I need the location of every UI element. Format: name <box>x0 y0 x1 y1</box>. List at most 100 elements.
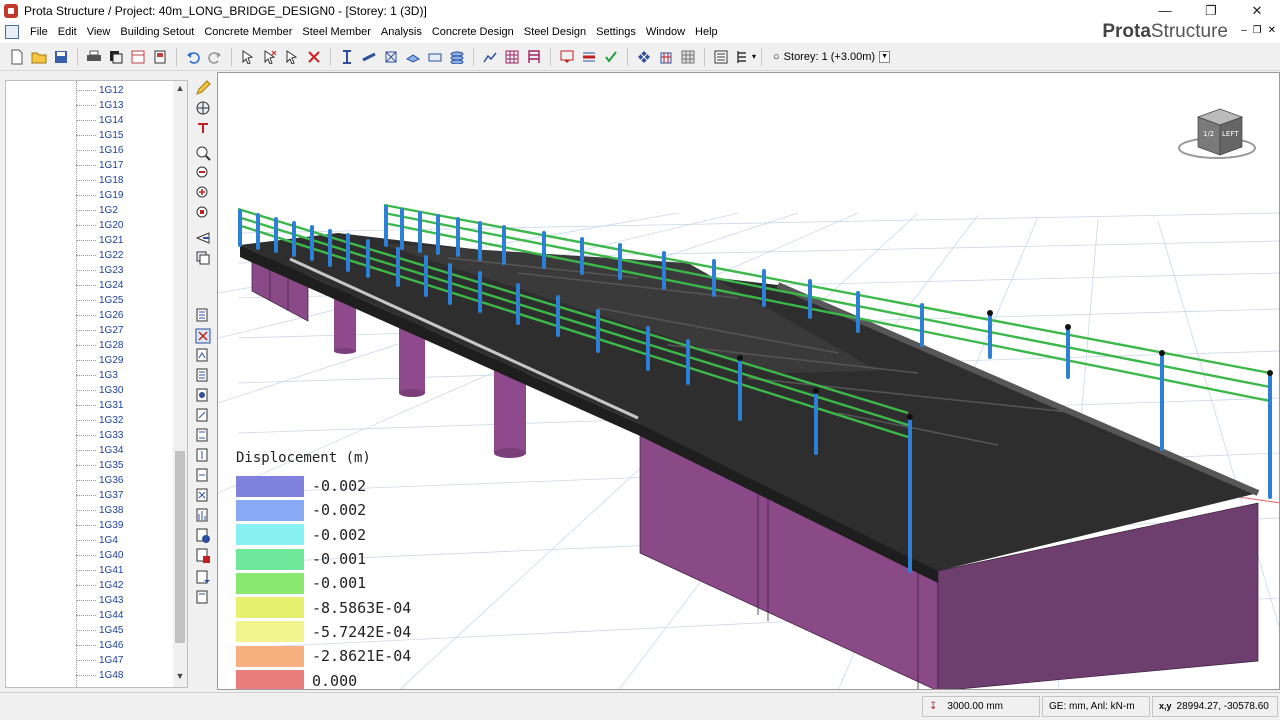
menu-window[interactable]: Window <box>641 26 690 38</box>
result-view-icon-11[interactable] <box>195 548 211 564</box>
tree-item[interactable]: 1G4 <box>76 533 118 548</box>
result-view-icon-2[interactable] <box>195 368 211 384</box>
pencil-icon[interactable] <box>195 80 211 96</box>
mdi-restore-button[interactable]: ❐ <box>1253 25 1262 36</box>
copy-icon[interactable] <box>108 49 124 65</box>
result-view-icon-5[interactable] <box>195 428 211 444</box>
restore-button[interactable]: ❐ <box>1188 0 1234 21</box>
result-view-icon-9[interactable] <box>195 508 211 524</box>
select-window-icon[interactable] <box>284 49 300 65</box>
grid-view-icon[interactable] <box>680 49 696 65</box>
tree-item[interactable]: 1G40 <box>76 548 123 563</box>
tree-item[interactable]: 1G24 <box>76 278 123 293</box>
verify-icon[interactable] <box>603 49 619 65</box>
storey-dropdown-button[interactable]: ▼ <box>879 50 891 63</box>
menu-steel-design[interactable]: Steel Design <box>519 26 591 38</box>
tree-item[interactable]: 1G22 <box>76 248 123 263</box>
report-view-icon[interactable] <box>195 308 211 324</box>
mdi-close-button[interactable]: ✕ <box>1268 25 1276 36</box>
building-icon[interactable] <box>658 49 674 65</box>
slab-icon[interactable] <box>405 49 421 65</box>
document-icon[interactable] <box>5 25 19 39</box>
tree-item[interactable]: 1G14 <box>76 113 123 128</box>
check-design-icon[interactable] <box>559 49 575 65</box>
tree-item[interactable]: 1G44 <box>76 608 123 623</box>
menu-file[interactable]: File <box>25 26 53 38</box>
zoom-window-icon[interactable] <box>195 205 211 221</box>
tree-item[interactable]: 1G27 <box>76 323 123 338</box>
axis-icon[interactable] <box>195 120 211 136</box>
3d-viewport[interactable]: 1/2 LEFT Displocement (m) -0.002 -0.002 -0… <box>217 72 1280 690</box>
scroll-thumb[interactable] <box>175 451 185 643</box>
menu-building-setout[interactable]: Building Setout <box>115 26 199 38</box>
undo-icon[interactable] <box>185 49 201 65</box>
zoom-previous-icon[interactable] <box>195 165 211 181</box>
tree-item[interactable]: 1G3 <box>76 368 118 383</box>
result-view-icon-4[interactable] <box>195 408 211 424</box>
foundation-icon[interactable] <box>427 49 443 65</box>
tree-item[interactable]: 1G31 <box>76 398 123 413</box>
tree-item[interactable]: 1G16 <box>76 143 123 158</box>
tree-item[interactable]: 1G28 <box>76 338 123 353</box>
select-pointer-icon[interactable] <box>240 49 256 65</box>
tree-item[interactable]: 1G42 <box>76 578 123 593</box>
menu-help[interactable]: Help <box>690 26 723 38</box>
menu-steel-member[interactable]: Steel Member <box>297 26 375 38</box>
scroll-up-arrow[interactable]: ▲ <box>173 83 187 97</box>
menu-concrete-design[interactable]: Concrete Design <box>427 26 519 38</box>
select-cross-icon[interactable] <box>262 49 278 65</box>
storey-stack-icon[interactable] <box>449 49 465 65</box>
table-icon[interactable] <box>130 49 146 65</box>
tree-item[interactable]: 1G48 <box>76 668 123 683</box>
beam-icon[interactable] <box>361 49 377 65</box>
tree-item[interactable]: 1G12 <box>76 83 123 98</box>
report-icon[interactable] <box>152 49 168 65</box>
tree-item[interactable]: 1G46 <box>76 638 123 653</box>
tree-item[interactable]: 1G37 <box>76 488 123 503</box>
close-button[interactable]: ✕ <box>1234 0 1280 21</box>
globe-icon[interactable] <box>195 100 211 116</box>
tree-item[interactable]: 1G17 <box>76 158 123 173</box>
tree-item[interactable]: 1G32 <box>76 413 123 428</box>
layers-icon[interactable] <box>195 250 211 266</box>
tree-item[interactable]: 1G13 <box>76 98 123 113</box>
result-view-icon-10[interactable] <box>195 528 211 544</box>
tree-item[interactable]: 1G19 <box>76 188 123 203</box>
frame-icon[interactable] <box>526 49 542 65</box>
tree-item[interactable]: 1G30 <box>76 383 123 398</box>
tree-item[interactable]: 1G38 <box>76 503 123 518</box>
menu-analysis[interactable]: Analysis <box>376 26 427 38</box>
storey-list-icon[interactable] <box>735 49 751 65</box>
view-cube[interactable]: 1/2 LEFT <box>1172 103 1257 163</box>
result-view-icon-7[interactable] <box>195 468 211 484</box>
mesh-icon[interactable] <box>636 49 652 65</box>
beam-design-icon[interactable] <box>581 49 597 65</box>
redo-icon[interactable] <box>207 49 223 65</box>
result-view-icon-12[interactable] <box>195 570 211 586</box>
menu-settings[interactable]: Settings <box>591 26 641 38</box>
tree-item[interactable]: 1G35 <box>76 458 123 473</box>
save-icon[interactable] <box>53 49 69 65</box>
menu-view[interactable]: View <box>82 26 116 38</box>
tree-item[interactable]: 1G29 <box>76 353 123 368</box>
print-icon[interactable] <box>86 49 102 65</box>
scroll-down-arrow[interactable]: ▼ <box>173 671 187 685</box>
tree-item[interactable]: 1G20 <box>76 218 123 233</box>
tree-item[interactable]: 1G33 <box>76 428 123 443</box>
tree-item[interactable]: 1G39 <box>76 518 123 533</box>
load-icon[interactable] <box>482 49 498 65</box>
new-file-icon[interactable] <box>9 49 25 65</box>
result-view-icon-13[interactable] <box>195 590 211 606</box>
menu-edit[interactable]: Edit <box>53 26 82 38</box>
result-view-icon-3[interactable] <box>195 388 211 404</box>
storey-selector[interactable]: ○ Storey: 1 (+3.00m) ▼ <box>773 50 891 63</box>
column-icon[interactable] <box>339 49 355 65</box>
tree-item[interactable]: 1G41 <box>76 563 123 578</box>
tree-item[interactable]: 1G18 <box>76 173 123 188</box>
tree-item[interactable]: 1G21 <box>76 233 123 248</box>
tree-item[interactable]: 1G23 <box>76 263 123 278</box>
storey-dropdown-arrow[interactable]: ▾ <box>752 52 756 61</box>
zoom-all-icon[interactable] <box>195 185 211 201</box>
open-folder-icon[interactable] <box>31 49 47 65</box>
perspective-icon[interactable] <box>195 230 211 246</box>
